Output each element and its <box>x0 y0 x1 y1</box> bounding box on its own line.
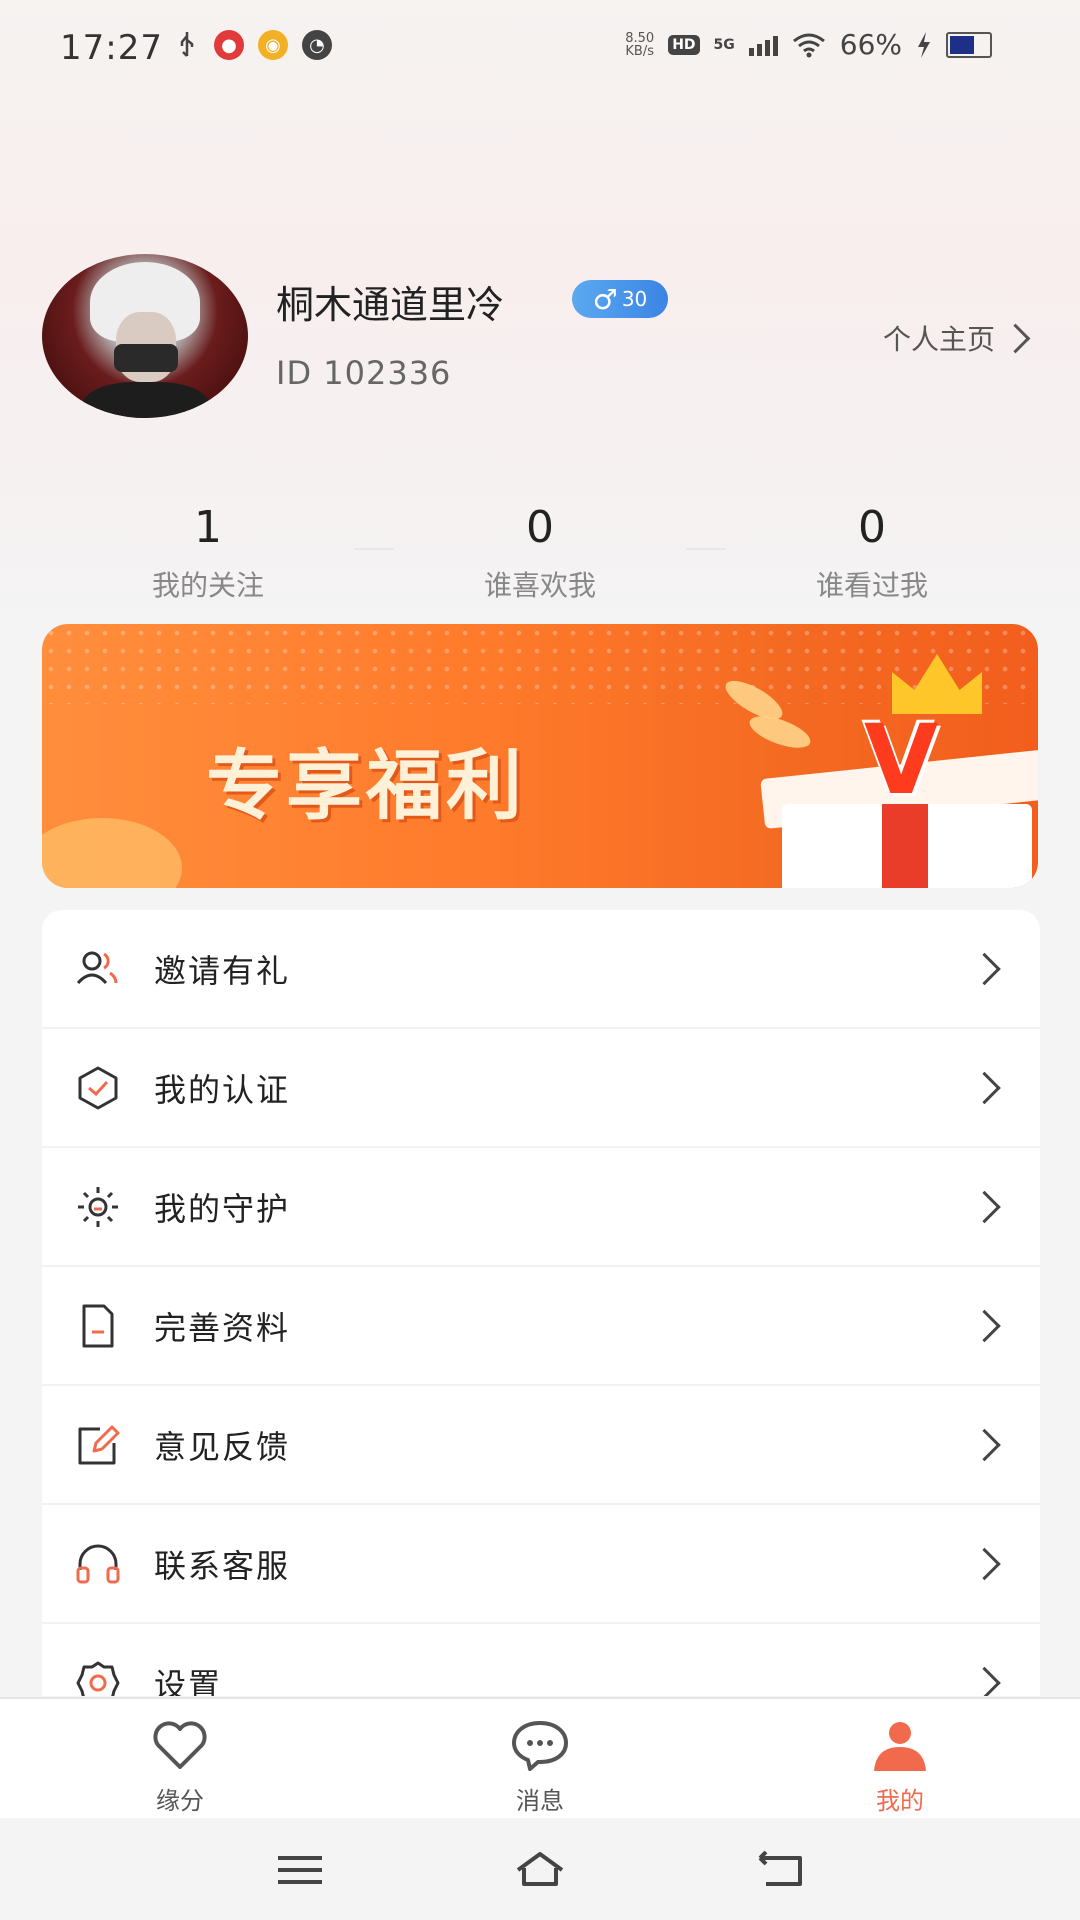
nav-label: 我的 <box>876 1787 924 1815</box>
avatar-body <box>82 382 210 418</box>
usb-icon <box>180 32 194 57</box>
stat-label: 我的关注 <box>151 569 264 602</box>
profile-document-icon <box>82 1304 114 1347</box>
net-speed: 8.50 KB/s <box>625 32 654 58</box>
wifi-icon <box>792 33 825 57</box>
banner-dot-pattern <box>42 624 1038 704</box>
chevron-right-icon <box>968 1666 1001 1696</box>
avatar-mask <box>114 344 178 372</box>
net-speed-unit: KB/s <box>625 43 655 59</box>
system-nav-bar <box>0 1818 1080 1920</box>
personal-homepage-label: 个人主页 <box>882 323 995 356</box>
menu-item-verification[interactable]: 我的认证 <box>42 1029 1040 1148</box>
nav-tab-messages[interactable]: 消息 <box>360 1699 720 1820</box>
chevron-right-icon <box>968 952 1001 985</box>
stat-value: 1 <box>194 502 222 553</box>
menu-item-label: 我的认证 <box>154 1070 291 1109</box>
verification-check-icon <box>78 1066 118 1109</box>
nav-label: 缘分 <box>156 1787 204 1815</box>
avatar[interactable] <box>42 254 248 418</box>
battery-fill <box>950 35 974 54</box>
invite-users-icon <box>76 951 118 984</box>
banner-title: 专享福利 <box>206 741 526 830</box>
gauge-icon: ◔ <box>302 30 332 60</box>
nav-label: 消息 <box>516 1787 564 1815</box>
nav-tab-mine[interactable]: 我的 <box>720 1699 1080 1820</box>
gift-box-icon <box>782 804 1032 888</box>
menu-item-settings[interactable]: 设置 <box>42 1624 1040 1696</box>
chevron-right-icon <box>968 1547 1001 1580</box>
male-icon: ♂ <box>592 282 618 316</box>
username: 桐木通道里冷 <box>276 283 505 327</box>
chat-bubble-icon <box>512 1721 568 1771</box>
status-bar: 17:27 ● ◉ ◔ 8.50 KB/s HD 5G 66% <box>0 0 1080 96</box>
stat-value: 0 <box>526 502 554 553</box>
stat-label: 谁看过我 <box>815 569 928 602</box>
signal-icon <box>748 34 778 56</box>
menu-item-feedback[interactable]: 意见反馈 <box>42 1386 1040 1505</box>
personal-homepage-link[interactable]: 个人主页 <box>882 318 1031 358</box>
guard-sun-icon <box>78 1186 118 1227</box>
heart-icon <box>153 1721 207 1769</box>
menu-item-label: 设置 <box>154 1665 223 1697</box>
net-speed-value: 8.50 <box>625 30 655 46</box>
bottom-navigation: 缘分 消息 我的 <box>0 1697 1080 1820</box>
status-right: 8.50 KB/s HD 5G 66% <box>625 28 992 61</box>
weibo-icon: ◉ <box>258 30 288 60</box>
chevron-right-icon <box>1000 323 1031 353</box>
stat-following[interactable]: 1 我的关注 <box>42 500 374 610</box>
nav-tab-fate[interactable]: 缘分 <box>0 1699 360 1820</box>
chevron-right-icon <box>968 1428 1001 1461</box>
gender-level-badge: ♂ 30 <box>572 280 668 318</box>
status-time: 17:27 <box>60 28 163 68</box>
home-icon[interactable] <box>512 1848 568 1892</box>
user-id: ID 102336 <box>276 354 452 392</box>
battery-icon <box>946 31 992 58</box>
banner-swoosh <box>42 818 182 888</box>
stat-who-likes-me[interactable]: 0 谁喜欢我 <box>354 500 706 610</box>
gift-ribbon <box>882 804 928 888</box>
back-icon[interactable] <box>752 1848 808 1892</box>
network-type: 5G <box>713 36 735 53</box>
menu-item-guard[interactable]: 我的守护 <box>42 1148 1040 1267</box>
charging-icon <box>918 31 930 58</box>
menu-item-complete-profile[interactable]: 完善资料 <box>42 1267 1040 1386</box>
stat-who-viewed-me[interactable]: 0 谁看过我 <box>686 500 1038 610</box>
stat-label: 谁喜欢我 <box>483 569 596 602</box>
chevron-right-icon <box>968 1309 1001 1342</box>
person-icon <box>874 1722 926 1771</box>
menu-item-customer-service[interactable]: 联系客服 <box>42 1505 1040 1624</box>
vip-v-logo: V <box>864 704 939 816</box>
battery-percent: 66% <box>839 28 902 61</box>
exclusive-benefits-banner[interactable]: 专享福利 V <box>42 624 1038 888</box>
stats-row: 1 我的关注 0 谁喜欢我 0 谁看过我 <box>42 500 1038 610</box>
feedback-edit-icon <box>78 1425 120 1464</box>
chevron-right-icon <box>968 1190 1001 1223</box>
menu-item-invite[interactable]: 邀请有礼 <box>42 910 1040 1029</box>
menu-item-label: 我的守护 <box>154 1189 291 1228</box>
stat-value: 0 <box>858 502 886 553</box>
level-value: 30 <box>621 287 648 311</box>
headset-icon <box>76 1544 120 1583</box>
menu-item-label: 完善资料 <box>154 1308 291 1347</box>
menu-list: 邀请有礼 我的认证 我的守护 完善资料 意见反馈 联系客服 设置 <box>42 910 1040 1696</box>
menu-icon[interactable] <box>272 1848 328 1892</box>
menu-item-label: 意见反馈 <box>154 1427 291 1466</box>
hd-badge: HD <box>668 34 700 55</box>
app-notification-icon: ● <box>214 30 244 60</box>
settings-gear-icon <box>76 1661 120 1696</box>
notification-icons: ● ◉ ◔ <box>174 30 332 60</box>
menu-item-label: 邀请有礼 <box>154 951 291 990</box>
chevron-right-icon <box>968 1071 1001 1104</box>
menu-item-label: 联系客服 <box>154 1546 291 1585</box>
